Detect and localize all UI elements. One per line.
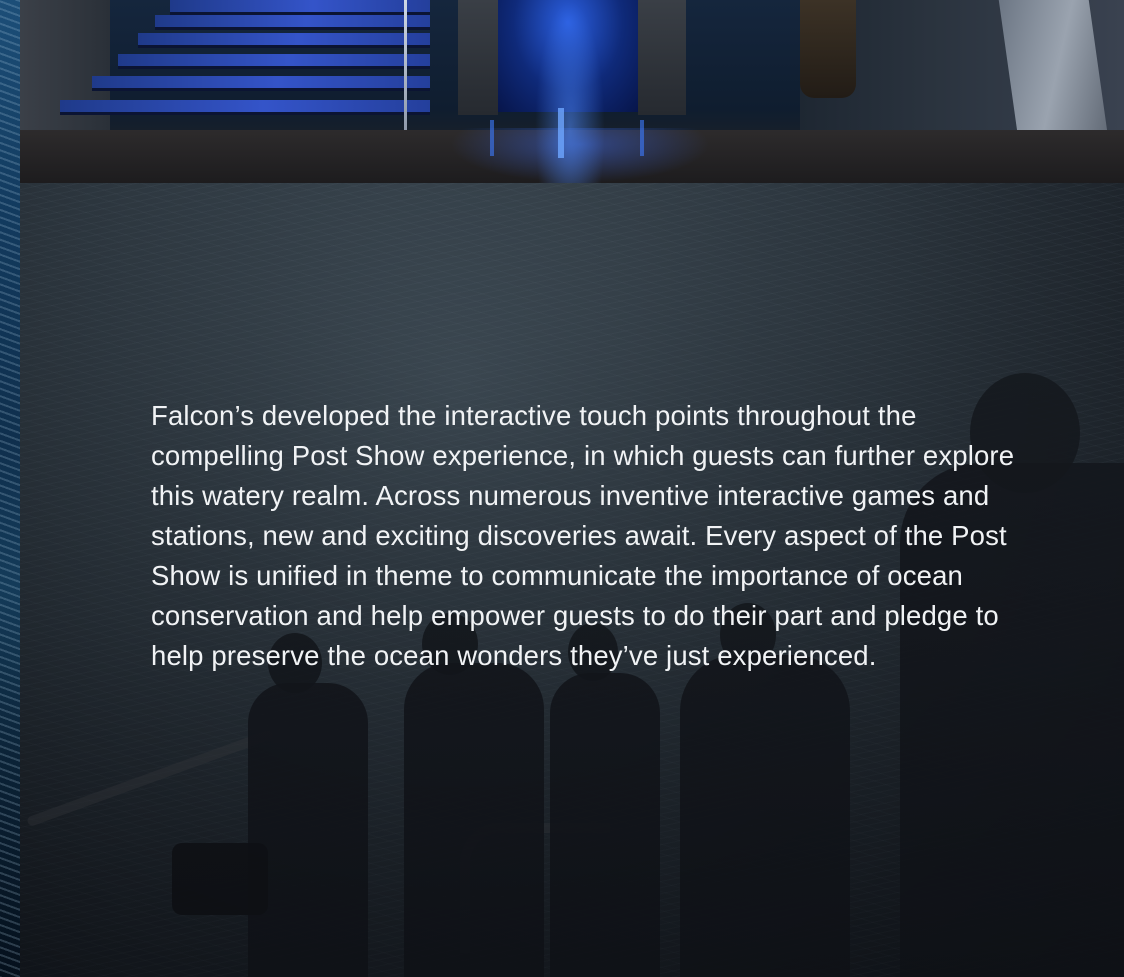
hero-stair-step: [92, 76, 430, 91]
hero-escalator-right: [638, 0, 686, 115]
hero-figure: [800, 0, 856, 98]
hero-escalator-left: [458, 0, 498, 115]
hero-light-strip: [558, 108, 564, 158]
hero-stair-step: [170, 0, 430, 15]
hero-light-strip: [490, 120, 494, 156]
guest-silhouette: [248, 683, 368, 977]
post-show-description: Falcon’s developed the interactive touch…: [151, 400, 1015, 671]
guest-handbag: [172, 843, 268, 915]
guest-silhouette: [404, 663, 544, 977]
foreground-handrail: [26, 728, 274, 828]
hero-stair-step: [60, 100, 430, 115]
escalator-hero-image: [20, 0, 1124, 183]
hero-light-strip: [640, 120, 644, 156]
foreground-handrail: [460, 823, 610, 953]
guest-silhouette: [680, 655, 850, 977]
hero-blue-glow: [535, 0, 605, 183]
hero-railing: [404, 0, 407, 135]
hero-stair-step: [155, 15, 430, 30]
hero-stair-step: [138, 33, 430, 48]
guest-silhouette: [550, 673, 660, 977]
side-ocean-image: [0, 0, 20, 977]
hero-stair-step: [118, 54, 430, 69]
